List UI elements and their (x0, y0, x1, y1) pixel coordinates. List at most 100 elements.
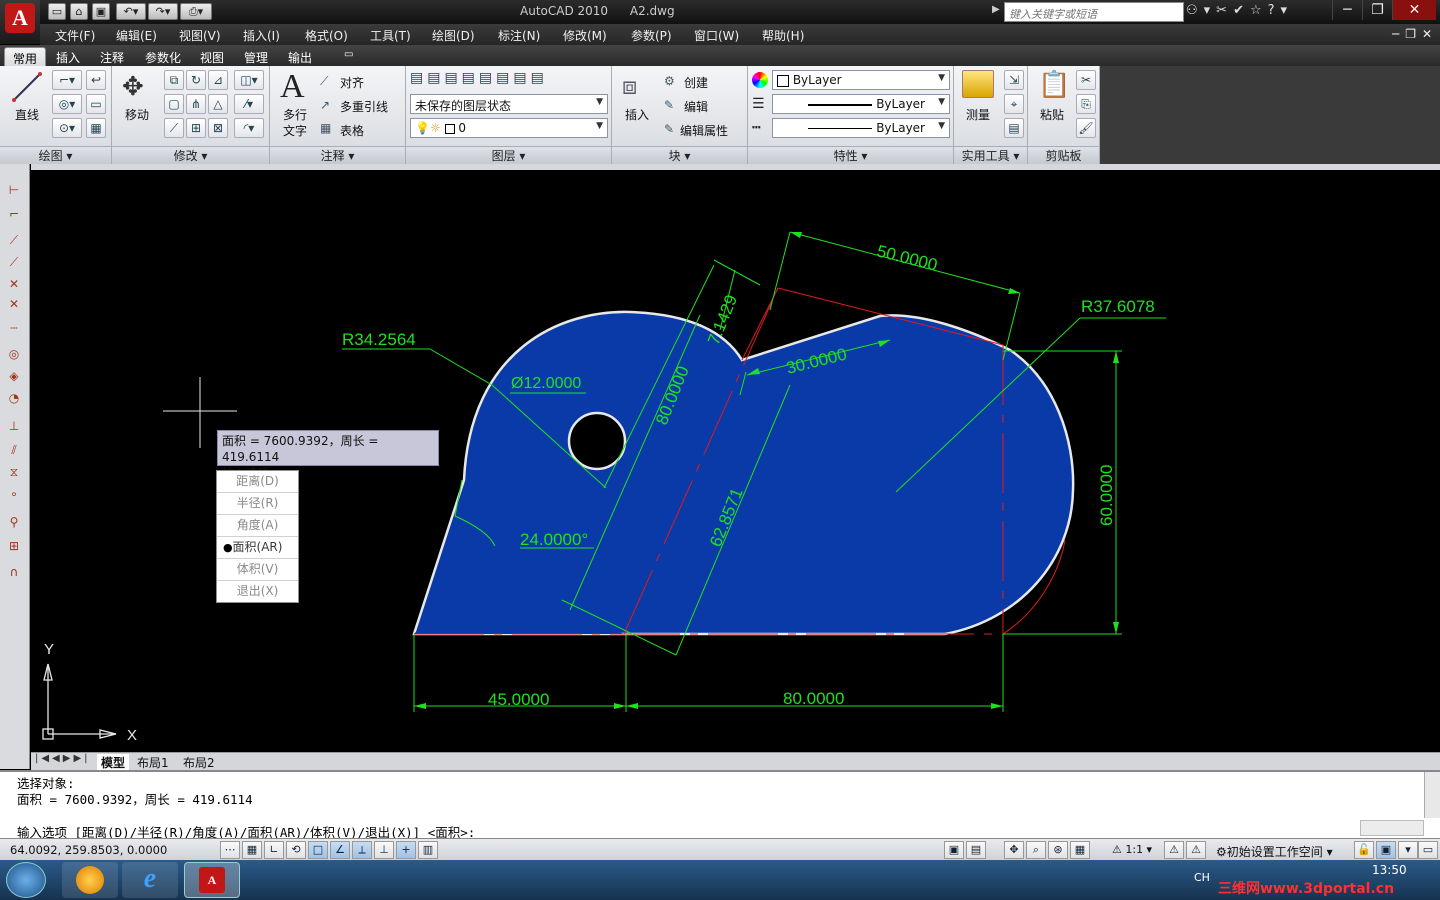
dim-diameter-icon[interactable]: ◎ (3, 344, 25, 364)
move-label[interactable]: 移动 (125, 106, 149, 123)
tab-manage[interactable]: 管理 (236, 47, 276, 66)
grid-icon[interactable]: ∟ (264, 841, 284, 859)
search-input[interactable]: 键入关键字或短语 (1004, 2, 1184, 22)
ellipse-icon[interactable]: ⊙▾ (52, 118, 82, 138)
create-block-label[interactable]: 创建 (684, 74, 708, 91)
status-menu-icon[interactable]: ▾ (1398, 841, 1418, 859)
measure-icon[interactable] (962, 70, 994, 98)
mtext-label-line2[interactable]: 文字 (283, 122, 307, 139)
color-wheel-icon[interactable] (752, 72, 768, 88)
trim-icon[interactable]: ⊿ (208, 70, 228, 90)
insert-label[interactable]: 插入 (625, 106, 649, 123)
insert-block-icon[interactable]: ⧈ (622, 72, 637, 100)
circle-icon[interactable]: ◎▾ (52, 94, 82, 114)
align-label[interactable]: 对齐 (340, 74, 364, 91)
tab-model[interactable]: 模型 (97, 754, 130, 771)
model-space-icon[interactable]: ▣ (944, 841, 964, 859)
infocenter-icons[interactable]: ⚇▾✂✔☆?▾ (1186, 3, 1293, 18)
dim-radius-right[interactable]: R37.6078 (1081, 297, 1155, 316)
rotate-icon[interactable]: ↻ (186, 70, 206, 90)
dim-aligned-icon[interactable]: ⌐ (3, 204, 25, 224)
menu-parametric[interactable]: 参数(P) (631, 27, 672, 44)
menu-help[interactable]: 帮助(H) (762, 27, 804, 44)
quick-select-icon[interactable]: ⇲ (1004, 70, 1024, 90)
tab-nav-arrows[interactable]: |◀◀▶▶| (35, 753, 91, 764)
erase-icon[interactable]: ◫▾ (234, 70, 264, 90)
mtext-icon[interactable]: A (280, 68, 305, 106)
dim-angle[interactable]: 24.0000° (520, 530, 588, 549)
tab-insert[interactable]: 插入 (48, 47, 88, 66)
new-file-icon[interactable]: ▭ (48, 3, 66, 20)
dim-radius-icon[interactable]: ✕ (3, 274, 25, 294)
autocad-taskbar-icon[interactable]: A (184, 862, 240, 898)
paste-label[interactable]: 粘贴 (1040, 106, 1064, 123)
dim-45[interactable]: 45.0000 (488, 690, 549, 709)
dim-50[interactable]: 50.0000 (875, 241, 939, 274)
panel-properties-title[interactable]: 特性 ▾ (748, 146, 953, 164)
dim-continue-icon[interactable]: ⫽ (3, 440, 25, 460)
polyline-icon[interactable]: ⌐▾ (52, 70, 82, 90)
menu-file[interactable]: 文件(F) (55, 27, 95, 44)
close-button[interactable]: ✕ (1392, 0, 1436, 20)
command-line[interactable]: 选择对象: 面积 = 7600.9392，周长 = 419.6114 输入选项 … (0, 770, 1440, 840)
table-icon[interactable]: ▦ (320, 121, 331, 135)
menu-insert[interactable]: 插入(I) (243, 27, 280, 44)
menu-edit[interactable]: 编辑(E) (116, 27, 157, 44)
tab-annotate[interactable]: 注释 (92, 47, 132, 66)
line-tool-label[interactable]: 直线 (15, 106, 39, 123)
linetype-icon[interactable]: ┅ (752, 120, 760, 136)
align-icon[interactable]: ⟋ (320, 74, 328, 89)
panel-layers-title[interactable]: 图层 ▾ (406, 146, 611, 164)
mtext-label-line1[interactable]: 多行 (283, 106, 307, 123)
dim-ordinate-icon[interactable]: ⟋ (3, 252, 25, 272)
snap-mode-icon[interactable]: ▦ (242, 841, 262, 859)
save-icon[interactable]: ▣ (92, 3, 110, 20)
option-area[interactable]: ● 面积(AR) (217, 537, 298, 559)
mirror-icon[interactable]: ⋔ (186, 94, 206, 114)
layer-state-combo[interactable]: 未保存的图层状态 ▼ (410, 94, 608, 114)
mleader-label[interactable]: 多重引线 (340, 98, 388, 115)
panel-draw-title[interactable]: 绘图 ▾ (0, 146, 111, 164)
undo-icon[interactable]: ↶▾ (116, 3, 146, 20)
plot-icon[interactable]: ⎙▾ (180, 3, 212, 20)
stretch-icon[interactable]: ▢ (164, 94, 184, 114)
coordinate-readout[interactable]: 64.0092, 259.8503, 0.0000 (10, 843, 167, 857)
copy-icon[interactable]: ⧉ (164, 70, 184, 90)
edit-block-label[interactable]: 编辑 (684, 98, 708, 115)
maximize-button[interactable]: ❐ (1362, 0, 1392, 20)
option-radius[interactable]: 半径(R) (217, 493, 298, 515)
tab-layout2[interactable]: 布局2 (183, 754, 215, 771)
line-tool-icon[interactable] (10, 70, 44, 104)
edit-attributes-icon[interactable]: ✎ (664, 122, 674, 136)
dim-break-icon[interactable]: ∘ (3, 484, 25, 504)
table-label[interactable]: 表格 (340, 122, 364, 139)
ime-indicator[interactable]: CH (1194, 871, 1210, 884)
steering-wheel-icon[interactable]: ⊛ (1048, 841, 1068, 859)
open-file-icon[interactable]: ⌂ (70, 3, 88, 20)
dim-baseline-icon[interactable]: ⊥ (3, 416, 25, 436)
annotation-scale[interactable]: ⚠ 1:1 ▾ (1112, 843, 1152, 856)
osnap-icon[interactable]: ∠ (330, 841, 350, 859)
zoom-icon[interactable]: ⌕ (1026, 841, 1046, 859)
menu-tools[interactable]: 工具(T) (370, 27, 411, 44)
option-distance[interactable]: 距离(D) (217, 471, 298, 493)
dim-60[interactable]: 60.0000 (1097, 465, 1116, 526)
panel-utilities-title[interactable]: 实用工具 ▾ (954, 146, 1027, 164)
workspace-switcher[interactable]: ⚙初始设置工作空间 ▾ (1216, 843, 1333, 860)
dim-jogged-icon[interactable]: ✕ (3, 294, 25, 314)
measure-label[interactable]: 测量 (966, 106, 990, 123)
copy-clip-icon[interactable]: ⎘ (1076, 94, 1096, 114)
calculator-icon[interactable]: ▤ (1004, 118, 1024, 138)
edit-attributes-label[interactable]: 编辑属性 (680, 122, 728, 139)
menu-modify[interactable]: 修改(M) (563, 27, 607, 44)
infer-constraints-icon[interactable]: ⋯ (220, 841, 240, 859)
dim-arc-icon[interactable]: ⟋ (3, 230, 25, 250)
tab-parametric[interactable]: 参数化 (137, 47, 189, 66)
toolbar-lock-icon[interactable]: 🔓 (1354, 841, 1374, 859)
id-point-icon[interactable]: ⌖ (1004, 94, 1024, 114)
scale-icon[interactable]: ⟋ (164, 118, 184, 138)
hardware-accel-icon[interactable]: ▣ (1376, 841, 1396, 859)
dim-quick-icon[interactable]: ◔ (3, 388, 25, 408)
clean-screen-icon[interactable]: ▭ (1418, 841, 1438, 859)
magnet-icon[interactable]: ∩ (3, 562, 25, 582)
